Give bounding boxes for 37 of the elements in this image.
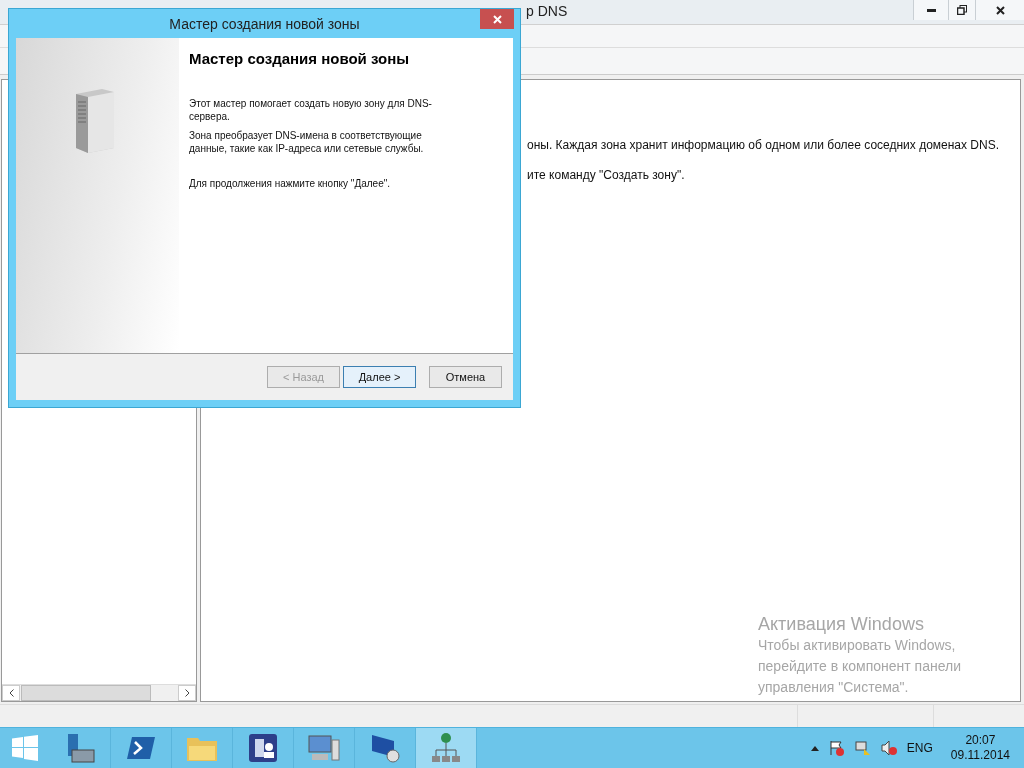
dialog-close-button[interactable] bbox=[480, 9, 514, 29]
scroll-thumb[interactable] bbox=[21, 685, 151, 701]
scroll-left-button[interactable] bbox=[2, 685, 20, 701]
wizard-button[interactable]: Далее > bbox=[343, 366, 416, 388]
wizard-paragraph: Для продолжения нажмите кнопку "Далее". bbox=[189, 177, 392, 190]
minimize-icon bbox=[926, 8, 936, 12]
wizard-paragraph: Этот мастер помогает создать новую зону для DNS-сервера. bbox=[189, 97, 433, 123]
language-indicator[interactable]: ENG bbox=[906, 741, 933, 755]
directory-icon bbox=[248, 733, 278, 763]
scroll-right-button[interactable] bbox=[178, 685, 196, 701]
server-icon bbox=[74, 88, 116, 154]
caret-up-icon[interactable] bbox=[810, 745, 819, 751]
network-status-icon[interactable] bbox=[854, 740, 871, 756]
restore-button[interactable] bbox=[948, 0, 975, 20]
clock[interactable]: 20:07 09.11.2014 bbox=[950, 733, 1010, 763]
computer-icon bbox=[308, 734, 340, 762]
flag-icon[interactable] bbox=[828, 740, 845, 756]
horizontal-scrollbar[interactable] bbox=[2, 684, 196, 701]
restore-icon bbox=[957, 5, 967, 15]
speaker-icon[interactable] bbox=[880, 740, 897, 756]
close-icon bbox=[995, 5, 1005, 15]
remote-desktop-icon bbox=[369, 733, 401, 763]
description-text: оны. Каждая зона хранит информацию об одном или более соседних доменах DNS. bbox=[527, 138, 1001, 152]
windows-logo-icon bbox=[12, 735, 38, 761]
close-icon bbox=[492, 14, 502, 24]
wizard-heading: Мастер создания новой зоны bbox=[189, 50, 411, 67]
dialog-title: Мастер создания новой зоны bbox=[169, 15, 360, 32]
window-title: р DNS bbox=[526, 3, 568, 19]
powershell-icon bbox=[126, 735, 156, 761]
activation-title: Активация Windows bbox=[758, 614, 925, 635]
network-icon bbox=[431, 732, 461, 764]
wizard-paragraph: Зона преобразует DNS-имена в соответствующие данные, такие как IP-адреса или сетевые службы. bbox=[189, 129, 425, 155]
wizard-button[interactable]: Отмена bbox=[429, 366, 502, 388]
minimize-button[interactable] bbox=[913, 0, 948, 20]
close-button[interactable] bbox=[975, 0, 1024, 20]
description-text: ите команду "Создать зону". bbox=[527, 168, 686, 182]
activation-text: Чтобы активировать Windows, перейдите в компонент панели управления "Система". bbox=[758, 636, 963, 697]
